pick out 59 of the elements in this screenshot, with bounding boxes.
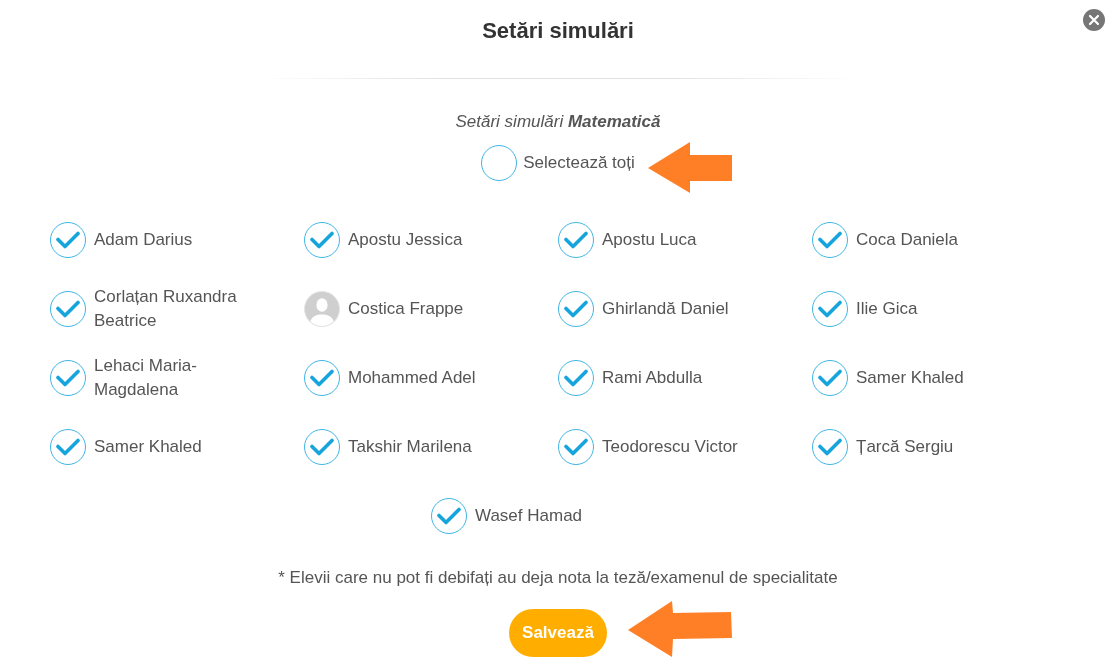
checkbox[interactable] [50, 360, 86, 396]
checkmark-icon [564, 369, 588, 387]
arrow-icon [648, 142, 732, 193]
student-name: Costica Frappe [348, 298, 464, 320]
student-name: Ghirlandă Daniel [602, 298, 729, 320]
checkbox[interactable] [431, 498, 467, 534]
checkbox[interactable] [558, 429, 594, 465]
checkmark-icon [564, 231, 588, 249]
student-name: Apostu Jessica [348, 229, 463, 251]
checkbox[interactable] [304, 222, 340, 258]
close-icon [1083, 9, 1105, 31]
checkmark-icon [56, 369, 80, 387]
checkmark-icon [56, 438, 80, 456]
student-name: Lehaci Maria-Magdalena [94, 355, 198, 401]
dialog-title: Setări simulări [482, 17, 634, 45]
checkmark-icon [310, 369, 334, 387]
student-name: Wasef Hamad [475, 505, 583, 527]
student-name: Rami Abdulla [602, 367, 703, 389]
student-name: Apostu Luca [602, 229, 697, 251]
close-button[interactable] [1083, 9, 1105, 31]
checkbox[interactable] [812, 360, 848, 396]
checkbox[interactable] [304, 429, 340, 465]
checkbox[interactable] [812, 222, 848, 258]
subject-subtitle: Setări simulări Matematică [455, 111, 661, 133]
checkbox[interactable] [558, 222, 594, 258]
footnote-text: * Elevii care nu pot fi debifați au deja nota la teză/examenul de specialitate [278, 567, 838, 589]
checkmark-icon [818, 300, 842, 318]
checkbox[interactable] [812, 429, 848, 465]
checkbox[interactable] [50, 291, 86, 327]
student-name: Teodorescu Victor [602, 436, 738, 458]
checkbox[interactable] [50, 222, 86, 258]
student-name: Mohammed Adel [348, 367, 476, 389]
student-name: Adam Darius [94, 229, 193, 251]
student-name: Takshir Marilena [348, 436, 472, 458]
checkmark-icon [310, 438, 334, 456]
checkmark-icon [437, 507, 461, 525]
select-all-checkbox[interactable] [481, 145, 518, 181]
checkmark-icon [564, 300, 588, 318]
checkbox[interactable] [50, 429, 86, 465]
checkbox[interactable] [304, 360, 340, 396]
student-name: Ilie Gica [856, 298, 918, 320]
checkbox[interactable] [812, 291, 848, 327]
student-name: Samer Khaled [856, 367, 964, 389]
arrow-icon [628, 601, 732, 657]
checkmark-icon [564, 438, 588, 456]
checkbox[interactable] [558, 291, 594, 327]
select-all-label[interactable]: Selectează toți [523, 151, 635, 175]
checkmark-icon [818, 438, 842, 456]
checkmark-icon [818, 231, 842, 249]
checkmark-icon [818, 369, 842, 387]
checkbox[interactable] [558, 360, 594, 396]
student-name: Samer Khaled [94, 436, 202, 458]
checkmark-icon [310, 231, 334, 249]
student-name: Corlațan Ruxandra Beatrice [94, 286, 238, 332]
checkmark-icon [56, 231, 80, 249]
checkmark-icon [56, 300, 80, 318]
avatar-icon [304, 291, 340, 327]
student-name: Coca Daniela [856, 229, 959, 251]
student-name: Țarcă Sergiu [856, 436, 954, 458]
